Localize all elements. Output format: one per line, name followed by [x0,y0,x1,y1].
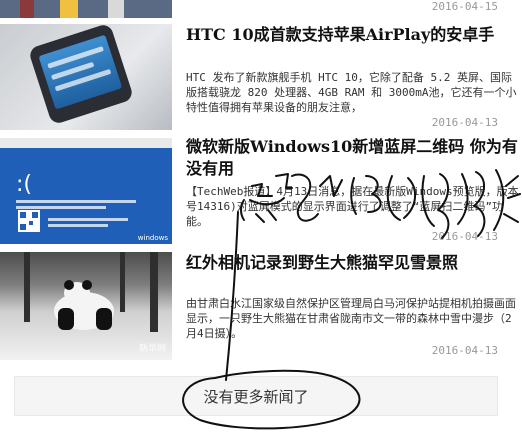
no-more-news-label: 没有更多新闻了 [203,388,309,406]
news-title[interactable]: HTC 10成首款支持苹果AirPlay的安卓手 [186,24,522,46]
news-item[interactable]: HTC 10成首款支持苹果AirPlay的安卓手 HTC 发布了新款旗舰手机 H… [0,20,522,132]
news-date: 2016-04-13 [431,230,498,243]
news-thumbnail[interactable]: :( windows [0,138,172,244]
watermark: 新华网 [138,344,166,354]
news-item[interactable]: 新华网 红外相机记录到野生大熊猫罕见雪景照 由甘肃白水江国家级自然保护区管理局白… [0,250,522,366]
news-summary: HTC 发布了新款旗舰手机 HTC 10，它除了配备 5.2 英屏、国际版搭载骁… [186,71,517,114]
news-title[interactable]: 红外相机记录到野生大熊猫罕见雪景照 [186,252,522,274]
news-thumbnail[interactable]: 新华网 [0,252,172,360]
news-summary: 由甘肃白水江国家级自然保护区管理局白马河保护站提相机拍摄画面显示，一只野生大熊猫… [186,297,516,340]
news-item[interactable]: :( windows 微软新版Windows10新增蓝屏二维码 你为有没有用 【… [0,134,522,248]
sad-face-icon: :( [16,172,32,197]
news-feed: 2016-04-15 HTC 10成首款支持苹果AirPlay的安卓手 HTC … [0,0,522,440]
news-date: 2016-04-15 [431,0,498,13]
news-item-partial[interactable]: 2016-04-15 [0,0,522,20]
news-thumbnail[interactable] [0,0,172,18]
news-title[interactable]: 微软新版Windows10新增蓝屏二维码 你为有没有用 [186,136,522,180]
qr-code-icon [18,210,40,232]
no-more-news-footer: 没有更多新闻了 [14,376,498,416]
news-thumbnail[interactable] [0,24,172,130]
news-date: 2016-04-13 [431,116,498,129]
news-summary: 【TechWeb报道】4月13日消息，据在最新版Windows预览版，版本号14… [186,185,519,228]
news-date: 2016-04-13 [431,344,498,357]
